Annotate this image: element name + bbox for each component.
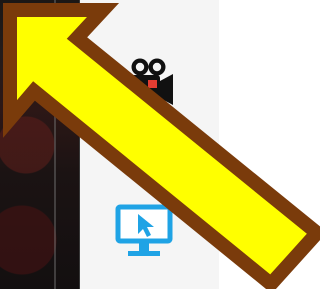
- video-camera-button[interactable]: [116, 50, 184, 118]
- preview-divider: [54, 0, 56, 289]
- video-preview-pane: [0, 0, 80, 289]
- screen-capture-button[interactable]: [110, 197, 178, 265]
- screenshot-canvas: [0, 0, 320, 289]
- video-camera-icon: [130, 58, 173, 105]
- screen-cursor-icon: [115, 204, 173, 256]
- toolbar-right-area: [219, 0, 320, 289]
